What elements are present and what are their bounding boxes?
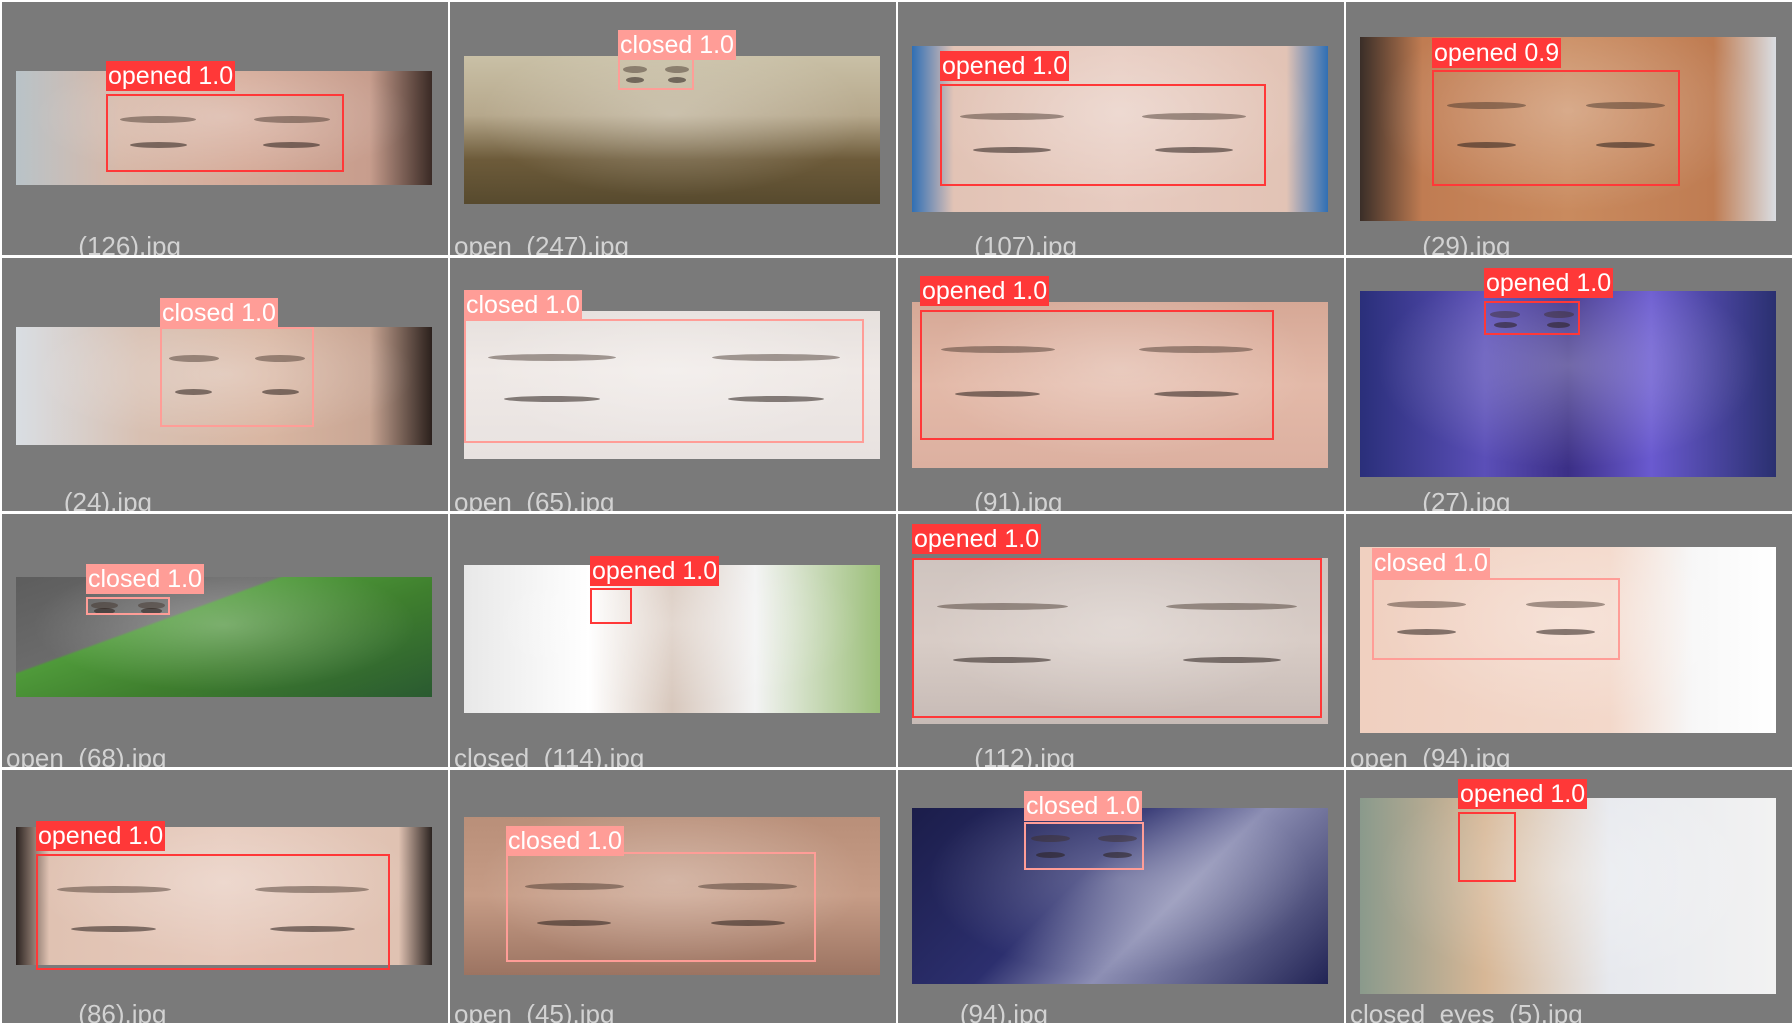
detection-box <box>506 852 816 962</box>
image-filename: _____(91).jpg <box>902 487 1063 511</box>
image-filename: open_(94).jpg <box>1350 743 1511 767</box>
detection-box <box>464 319 864 443</box>
detection-box <box>590 588 632 624</box>
prediction-grid: opened 1.0 _____(126).jpg closed 1.0 open_(… <box>0 0 1792 1024</box>
detection-label: opened 1.0 <box>36 821 166 851</box>
image-filename: open_(247).jpg <box>454 231 629 255</box>
prediction-tile: opened 1.0 _____(91).jpg <box>898 258 1344 511</box>
prediction-tile: opened 1.0 _____(86).jpg <box>2 770 448 1023</box>
prediction-tile: opened 1.0 _____(112).jpg <box>898 514 1344 767</box>
image-filename: open_(45).jpg <box>454 999 615 1023</box>
detection-box <box>106 94 344 172</box>
detection-label: opened 1.0 <box>1458 779 1588 809</box>
thumbnail-image <box>16 577 432 697</box>
image-filename: ____(24).jpg <box>6 487 152 511</box>
detection-box <box>160 327 314 427</box>
detection-label: closed 1.0 <box>86 564 204 594</box>
detection-box <box>618 56 694 90</box>
prediction-tile: opened 1.0 _____(27).jpg <box>1346 258 1792 511</box>
detection-label: opened 1.0 <box>920 276 1050 306</box>
prediction-tile: closed 1.0 open_(65).jpg <box>450 258 896 511</box>
detection-label: closed 1.0 <box>1372 548 1490 578</box>
prediction-tile: closed 1.0 open_(68).jpg <box>2 514 448 767</box>
image-filename: ____(94).jpg <box>902 999 1048 1023</box>
detection-label: opened 1.0 <box>106 61 236 91</box>
detection-box <box>1484 301 1580 335</box>
detection-box <box>1432 70 1680 186</box>
detection-label: opened 1.0 <box>940 51 1070 81</box>
detection-label: opened 0.9 <box>1432 38 1562 68</box>
detection-label: closed 1.0 <box>160 298 278 328</box>
image-filename: open_(68).jpg <box>6 743 167 767</box>
image-filename: closed_(114).jpg <box>454 743 645 767</box>
image-filename: _____(107).jpg <box>902 231 1077 255</box>
prediction-tile: closed 1.0 open_(247).jpg <box>450 2 896 255</box>
image-filename: _____(27).jpg <box>1350 487 1511 511</box>
image-filename: _____(126).jpg <box>6 231 181 255</box>
prediction-tile: closed 1.0 open_(94).jpg <box>1346 514 1792 767</box>
image-filename: open_(65).jpg <box>454 487 615 511</box>
image-filename: _____(86).jpg <box>6 999 167 1023</box>
detection-label: closed 1.0 <box>1024 791 1142 821</box>
image-filename: _____(112).jpg <box>902 743 1075 767</box>
detection-label: opened 1.0 <box>1484 268 1614 298</box>
image-filename: closed_eyes_(5).jpg <box>1350 999 1583 1023</box>
thumbnail-shading <box>1360 798 1776 994</box>
detection-label: opened 1.0 <box>590 556 720 586</box>
detection-box <box>1372 578 1620 660</box>
prediction-tile: closed 1.0 ____(94).jpg <box>898 770 1344 1023</box>
detection-box <box>36 854 390 970</box>
detection-label: opened 1.0 <box>912 524 1042 554</box>
detection-box <box>940 84 1266 186</box>
detection-label: closed 1.0 <box>618 30 736 60</box>
prediction-tile: opened 1.0 _____(126).jpg <box>2 2 448 255</box>
thumbnail-shading <box>464 565 880 713</box>
image-filename: _____(29).jpg <box>1350 231 1511 255</box>
prediction-tile: opened 1.0 _____(107).jpg <box>898 2 1344 255</box>
detection-box <box>1024 822 1144 870</box>
detection-box <box>920 310 1274 440</box>
detection-label: closed 1.0 <box>506 826 624 856</box>
thumbnail-image <box>464 565 880 713</box>
detection-box <box>86 597 170 615</box>
prediction-tile: opened 1.0 closed_eyes_(5).jpg <box>1346 770 1792 1023</box>
detection-box <box>912 558 1322 718</box>
thumbnail-image <box>1360 798 1776 994</box>
prediction-tile: closed 1.0 open_(45).jpg <box>450 770 896 1023</box>
detection-box <box>1458 812 1516 882</box>
prediction-tile: closed 1.0 ____(24).jpg <box>2 258 448 511</box>
thumbnail-shading <box>16 577 432 697</box>
detection-label: closed 1.0 <box>464 290 582 320</box>
prediction-tile: opened 0.9 _____(29).jpg <box>1346 2 1792 255</box>
prediction-tile: opened 1.0 closed_(114).jpg <box>450 514 896 767</box>
